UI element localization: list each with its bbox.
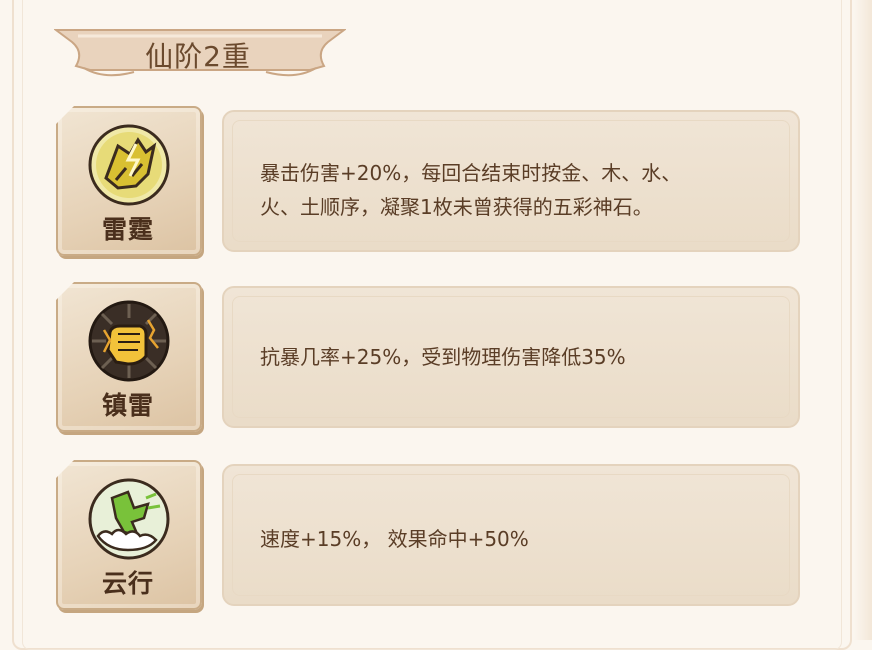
tile-corner-fold (56, 106, 74, 124)
description-line: 火、土顺序，凝聚1枚未曾获得的五彩神石。 (260, 195, 653, 219)
description-line: 速度+15%， 效果命中+50% (260, 527, 529, 551)
tile-corner-fold (56, 282, 74, 300)
skill-tile-3[interactable]: 云行 (52, 460, 204, 612)
description-line: 抗暴几率+25%，受到物理伤害降低35% (260, 345, 626, 369)
skill-description: 抗暴几率+25%，受到物理伤害降低35% (260, 340, 768, 374)
skill-tile-2[interactable]: 镇雷 (52, 282, 204, 434)
section-header-ribbon: 仙阶2重 (54, 22, 346, 80)
skill-description-panel: 暴击伤害+20%，每回合结束时按金、木、水、 火、土顺序，凝聚1枚未曾获得的五彩… (222, 110, 800, 252)
cloud-walk-icon (88, 478, 170, 560)
skill-tile-1[interactable]: 雷霆 (52, 106, 204, 258)
tile-corner-fold (56, 460, 74, 478)
skill-description: 暴击伤害+20%，每回合结束时按金、木、水、 火、土顺序，凝聚1枚未曾获得的五彩… (260, 156, 768, 224)
skill-description-panel: 抗暴几率+25%，受到物理伤害降低35% (222, 286, 800, 428)
skill-name: 云行 (101, 569, 154, 598)
section-title: 仙阶2重 (145, 40, 251, 73)
skill-name: 雷霆 (101, 215, 154, 244)
lightning-fist-icon (88, 124, 170, 206)
skill-description: 速度+15%， 效果命中+50% (260, 522, 768, 556)
skill-name: 镇雷 (101, 391, 154, 420)
skill-description-panel: 速度+15%， 效果命中+50% (222, 464, 800, 606)
scroll-edge (854, 0, 872, 640)
description-line: 暴击伤害+20%，每回合结束时按金、木、水、 (260, 161, 682, 185)
golden-fist-icon (88, 300, 170, 382)
